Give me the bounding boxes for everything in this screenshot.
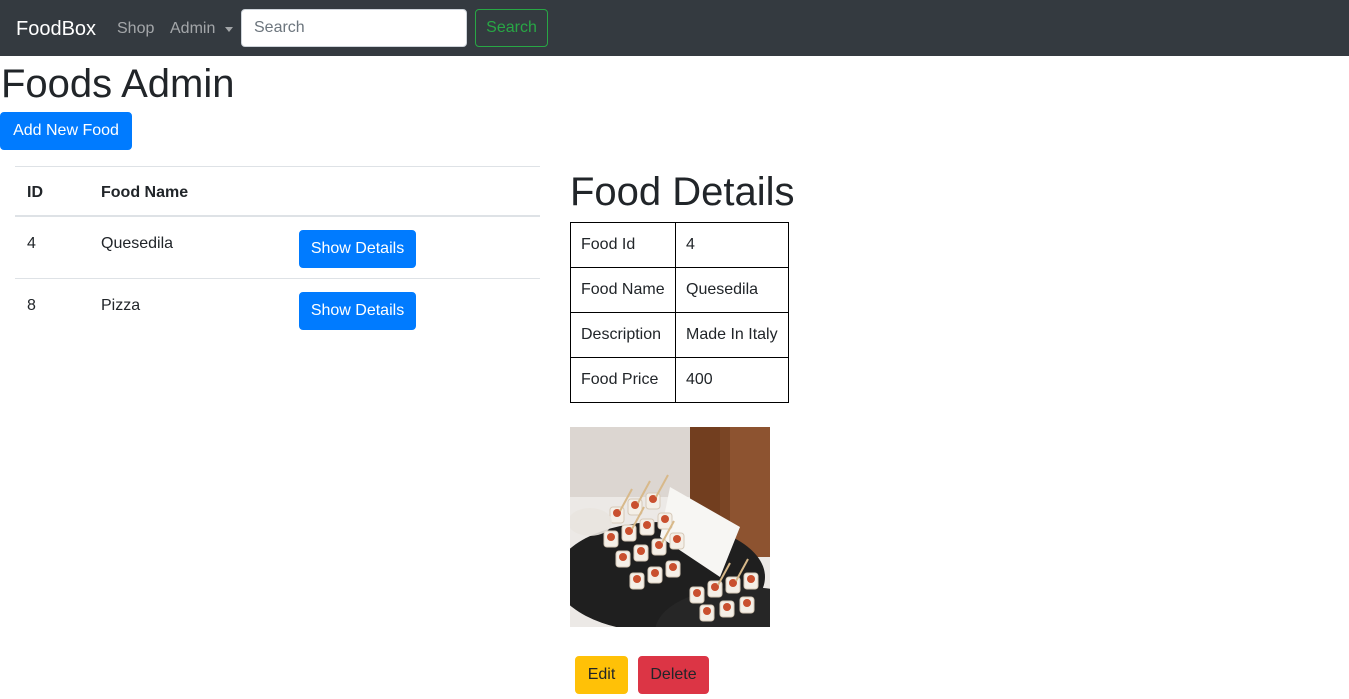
table-header-row: ID Food Name	[15, 166, 540, 217]
details-value: 4	[675, 222, 789, 268]
search-button[interactable]: Search	[475, 9, 548, 47]
food-name-cell: Quesedila	[89, 215, 287, 279]
action-cell: Show Details	[287, 278, 540, 342]
details-row: Food Id 4	[570, 222, 789, 268]
details-label: Food Id	[570, 222, 676, 268]
details-label: Food Name	[570, 267, 676, 313]
show-details-button[interactable]: Show Details	[299, 229, 416, 268]
food-details-title: Food Details	[570, 170, 795, 214]
food-id-cell: 4	[15, 215, 89, 279]
food-photo-illustration	[570, 427, 770, 627]
details-row: Description Made In Italy	[570, 312, 789, 358]
brand-link[interactable]: FoodBox	[16, 17, 96, 41]
food-name-cell: Pizza	[89, 278, 287, 342]
food-table: ID Food Name 4 Quesedila Show Details 8 …	[15, 166, 540, 342]
table-row: 8 Pizza Show Details	[15, 278, 540, 342]
nav-link-shop[interactable]: Shop	[117, 19, 154, 39]
search-input[interactable]	[241, 9, 467, 47]
details-value: Made In Italy	[675, 312, 789, 358]
chevron-down-icon[interactable]	[225, 27, 233, 32]
action-cell: Show Details	[287, 215, 540, 279]
column-header-food-name: Food Name	[89, 166, 287, 217]
food-id-cell: 8	[15, 278, 89, 342]
show-details-button[interactable]: Show Details	[299, 292, 416, 330]
food-details-table: Food Id 4 Food Name Quesedila Descriptio…	[570, 222, 789, 403]
table-row: 4 Quesedila Show Details	[15, 215, 540, 279]
details-label: Food Price	[570, 357, 676, 403]
food-image	[570, 427, 770, 627]
page-title: Foods Admin	[1, 62, 235, 106]
add-new-food-button[interactable]: Add New Food	[0, 112, 132, 150]
column-header-id: ID	[15, 166, 89, 217]
details-value: 400	[675, 357, 789, 403]
details-row: Food Price 400	[570, 357, 789, 403]
details-row: Food Name Quesedila	[570, 267, 789, 313]
column-header-action	[287, 166, 540, 217]
nav-link-admin[interactable]: Admin	[170, 19, 215, 39]
delete-button[interactable]: Delete	[638, 656, 709, 694]
details-label: Description	[570, 312, 676, 358]
edit-button[interactable]: Edit	[575, 656, 628, 694]
navbar: FoodBox Shop Admin Search	[0, 0, 1349, 56]
details-value: Quesedila	[675, 267, 789, 313]
